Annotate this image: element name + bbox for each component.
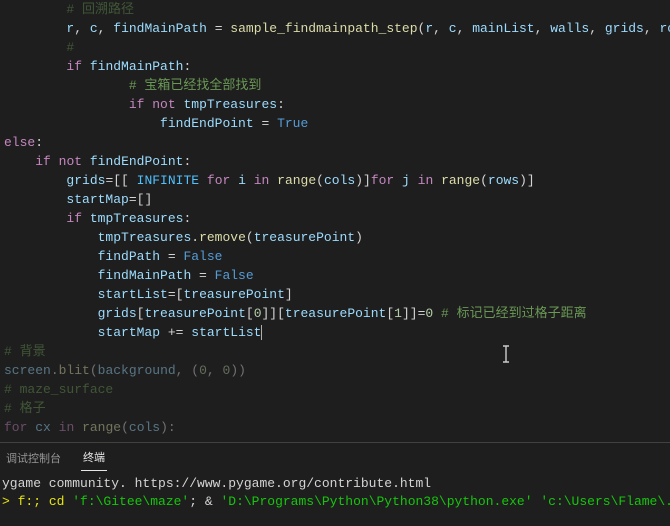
- code-line: findMainPath = False: [4, 266, 670, 285]
- code-line: if findMainPath:: [4, 57, 670, 76]
- panel-tabs: 调试控制台 终端: [0, 443, 670, 471]
- terminal-output[interactable]: ygame community. https://www.pygame.org/…: [0, 471, 670, 511]
- code-line: for cx in range(cols):: [4, 418, 670, 437]
- terminal-line: > f:; cd 'f:\Gitee\maze'; & 'D:\Programs…: [2, 493, 664, 511]
- code-line: # 宝箱已经找全部找到: [4, 76, 670, 95]
- code-line: # 回溯路径: [4, 0, 670, 19]
- code-line: startList=[treasurePoint]: [4, 285, 670, 304]
- code-line: startMap=[]: [4, 190, 670, 209]
- code-line: tmpTreasures.remove(treasurePoint): [4, 228, 670, 247]
- code-line: if not tmpTreasures:: [4, 95, 670, 114]
- bottom-panel: 调试控制台 终端 ygame community. https://www.py…: [0, 442, 670, 526]
- code-line: grids=[[ INFINITE for i in range(cols)]f…: [4, 171, 670, 190]
- code-line: startMap += startList: [4, 323, 670, 342]
- tab-debug-console[interactable]: 调试控制台: [4, 444, 63, 471]
- code-line: # 背景: [4, 342, 670, 361]
- code-line: findEndPoint = True: [4, 114, 670, 133]
- code-line: screen.blit(background, (0, 0)): [4, 361, 670, 380]
- code-line: if not findEndPoint:: [4, 152, 670, 171]
- code-line: grids[treasurePoint[0]][treasurePoint[1]…: [4, 304, 670, 323]
- code-line: r, c, findMainPath = sample_findmainpath…: [4, 19, 670, 38]
- code-editor[interactable]: # 回溯路径 r, c, findMainPath = sample_findm…: [0, 0, 670, 442]
- code-line: else:: [4, 133, 670, 152]
- terminal-line: ygame community. https://www.pygame.org/…: [2, 475, 664, 493]
- code-line: # maze_surface: [4, 380, 670, 399]
- code-line: if tmpTreasures:: [4, 209, 670, 228]
- code-line: # 格子: [4, 399, 670, 418]
- code-line: findPath = False: [4, 247, 670, 266]
- tab-terminal[interactable]: 终端: [81, 443, 107, 471]
- code-line: #: [4, 38, 670, 57]
